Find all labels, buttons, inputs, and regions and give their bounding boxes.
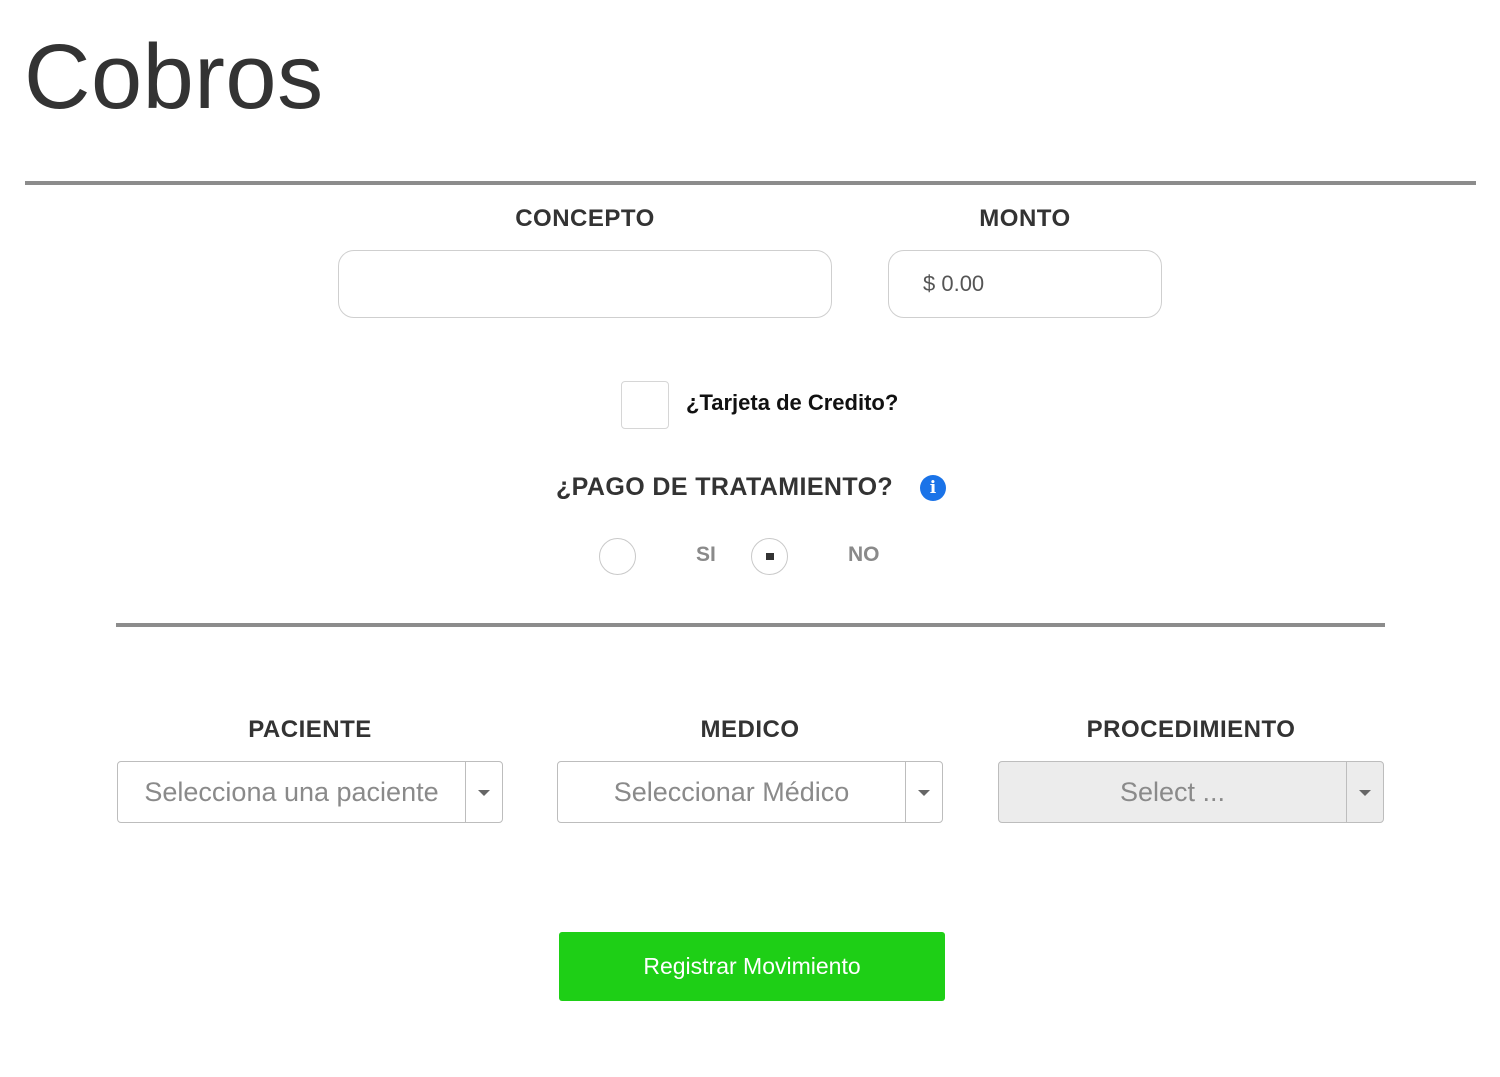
monto-label: MONTO (979, 205, 1071, 232)
paciente-label: PACIENTE (248, 716, 372, 743)
registrar-movimiento-button[interactable]: Registrar Movimiento (559, 932, 945, 1001)
medico-select-placeholder: Seleccionar Médico (613, 777, 850, 807)
paciente-select[interactable]: Selecciona una paciente (117, 761, 503, 823)
top-divider (25, 181, 1476, 185)
tarjeta-credito-checkbox[interactable] (621, 381, 669, 429)
radio-no[interactable] (751, 538, 788, 575)
page-title: Cobros (24, 26, 324, 128)
cobros-page: Cobros CONCEPTO MONTO ¿Tarjeta de Credit… (0, 0, 1500, 1077)
chevron-down-icon[interactable] (905, 762, 942, 822)
radio-no-label: NO (848, 543, 880, 566)
medico-label: MEDICO (700, 716, 800, 743)
radio-si[interactable] (599, 538, 636, 575)
radio-si-label: SI (696, 543, 716, 566)
procedimiento-label: PROCEDIMIENTO (1086, 716, 1296, 743)
chevron-down-icon[interactable] (465, 762, 502, 822)
tarjeta-credito-label: ¿Tarjeta de Credito? (686, 390, 899, 415)
radio-selected-dot (766, 553, 774, 560)
chevron-down-icon[interactable] (1346, 762, 1383, 822)
concepto-input[interactable] (338, 250, 832, 318)
pago-tratamiento-label: ¿PAGO DE TRATAMIENTO? (556, 473, 894, 501)
procedimiento-select-placeholder: Select ... (1119, 777, 1226, 807)
concepto-label: CONCEPTO (515, 205, 655, 232)
monto-input[interactable] (888, 250, 1162, 318)
middle-divider (116, 623, 1385, 627)
info-circle-icon[interactable]: i (920, 475, 946, 501)
medico-select[interactable]: Seleccionar Médico (557, 761, 943, 823)
paciente-select-placeholder: Selecciona una paciente (144, 777, 439, 807)
procedimiento-select[interactable]: Select ... (998, 761, 1384, 823)
